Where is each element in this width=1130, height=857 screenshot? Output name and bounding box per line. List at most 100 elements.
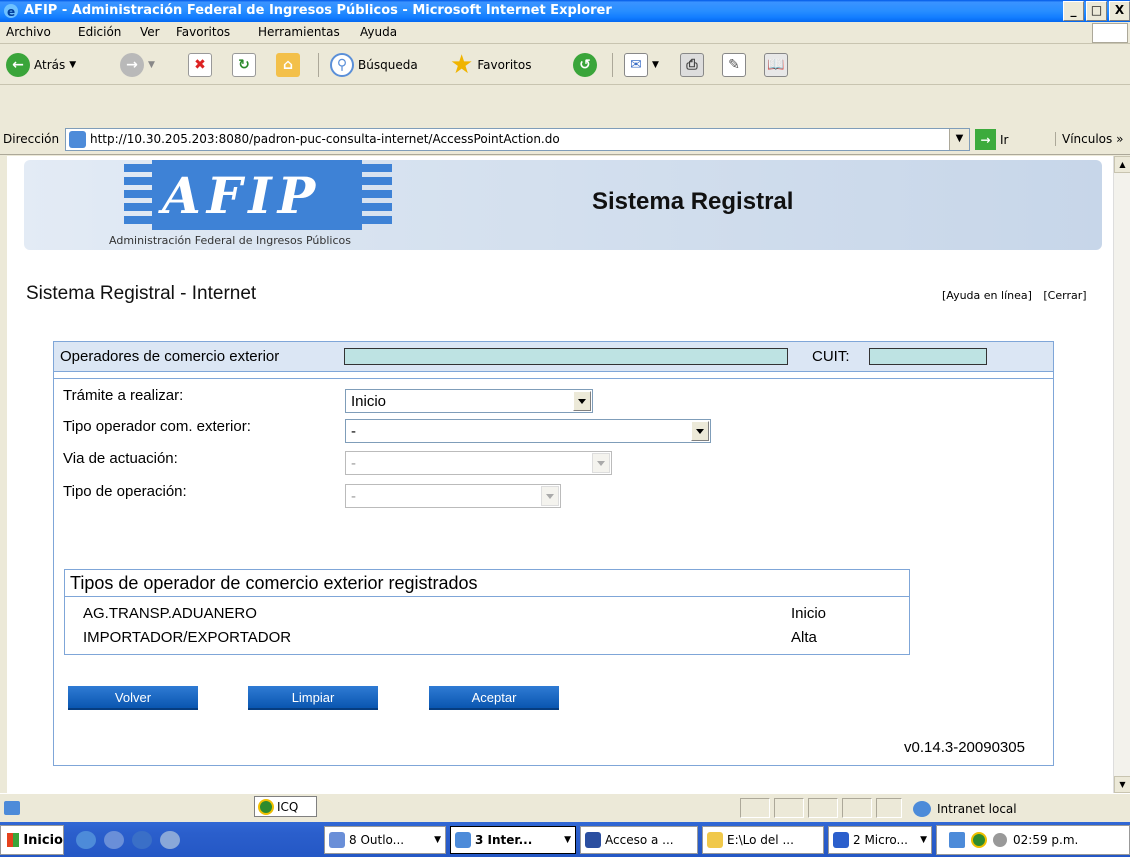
task-label: 3 Inter... <box>475 833 533 847</box>
windows-flag-icon <box>7 833 20 847</box>
ie-window: e AFIP - Administración Federal de Ingre… <box>0 0 1130 857</box>
history-button[interactable]: ↺ <box>573 51 597 79</box>
network-icon[interactable] <box>949 832 965 848</box>
chevron-down-icon: ▼ <box>652 60 659 70</box>
tramite-label: Trámite a realizar: <box>63 387 184 404</box>
refresh-icon: ↻ <box>232 53 256 77</box>
tramite-select[interactable]: Inicio <box>345 389 593 413</box>
print-button[interactable]: ⎙ <box>680 51 704 79</box>
chevron-down-icon <box>592 453 610 473</box>
system-tray: 02:59 p.m. <box>936 825 1130 855</box>
word-icon <box>833 832 849 848</box>
links-button[interactable]: Vínculos » <box>1055 132 1123 146</box>
chevron-down-icon[interactable]: ▼ <box>949 129 969 150</box>
edit-icon: ✎ <box>722 53 746 77</box>
chevron-down-icon: ▼ <box>69 60 77 70</box>
start-button[interactable]: Inicio <box>0 825 64 855</box>
home-button[interactable]: ⌂ <box>276 51 300 79</box>
quicklaunch-outlook-icon[interactable] <box>104 831 124 849</box>
volver-button[interactable]: Volver <box>68 686 198 710</box>
agency-name: Administración Federal de Ingresos Públi… <box>109 234 351 247</box>
menu-archivo[interactable]: Archivo <box>6 25 51 39</box>
address-bar: Dirección http://10.30.205.203:8080/padr… <box>0 125 1130 155</box>
mail-button[interactable]: ✉ ▼ <box>624 51 659 79</box>
menu-edicion[interactable]: Edición <box>78 25 121 39</box>
menu-ver[interactable]: Ver <box>140 25 160 39</box>
research-button[interactable]: 📖 <box>764 51 788 79</box>
task-outlook[interactable]: 8 Outlo... ▼ <box>324 826 446 854</box>
quicklaunch-ie-icon[interactable] <box>76 831 96 849</box>
quicklaunch-media-icon[interactable] <box>132 831 152 849</box>
vertical-scrollbar[interactable]: ▲ ▼ <box>1113 156 1130 793</box>
minimize-button[interactable]: _ <box>1063 1 1084 21</box>
page-icon <box>69 131 86 148</box>
help-link[interactable]: [Ayuda en línea] <box>942 289 1032 302</box>
scroll-down-icon[interactable]: ▼ <box>1114 776 1130 793</box>
mail-icon: ✉ <box>624 53 648 77</box>
tipo-operacion-select[interactable]: - <box>345 484 561 508</box>
registered-type: AG.TRANSP.ADUANERO <box>83 605 257 622</box>
aceptar-button[interactable]: Aceptar <box>429 686 559 710</box>
tipo-operador-label: Tipo operador com. exterior: <box>63 418 251 435</box>
task-word[interactable]: 2 Micro... ▼ <box>828 826 932 854</box>
icq-tray-icon[interactable] <box>971 832 987 848</box>
forward-button[interactable]: → ▼ <box>120 51 155 79</box>
stop-icon: ✖ <box>188 53 212 77</box>
task-folder[interactable]: E:\Lo del ... <box>702 826 824 854</box>
menu-ayuda[interactable]: Ayuda <box>360 25 397 39</box>
task-label: 8 Outlo... <box>349 833 405 847</box>
print-icon: ⎙ <box>680 53 704 77</box>
address-url: http://10.30.205.203:8080/padron-puc-con… <box>90 132 560 146</box>
operators-field <box>344 348 788 365</box>
registered-status: Inicio <box>791 605 827 622</box>
scroll-up-icon[interactable]: ▲ <box>1114 156 1130 173</box>
star-icon: ★ <box>450 50 474 80</box>
window-title: AFIP - Administración Federal de Ingreso… <box>24 3 612 18</box>
icq-icon <box>258 798 274 815</box>
research-icon: 📖 <box>764 53 788 77</box>
access-icon <box>585 832 601 848</box>
menu-bar: Archivo Edición Ver Favoritos Herramient… <box>0 22 1130 44</box>
logo-text: AFIP <box>162 166 322 225</box>
search-button[interactable]: ⚲ Búsqueda <box>330 51 418 79</box>
afip-logo: AFIP <box>124 160 392 230</box>
go-button[interactable]: → Ir <box>975 129 1008 150</box>
limpiar-button[interactable]: Limpiar <box>248 686 378 710</box>
task-access[interactable]: Acceso a ... <box>580 826 698 854</box>
tipo-operador-select[interactable]: - <box>345 419 711 443</box>
favorites-label: Favoritos <box>477 58 532 72</box>
stop-button[interactable]: ✖ <box>188 51 212 79</box>
refresh-button[interactable]: ↻ <box>232 51 256 79</box>
ie-icon <box>455 832 471 848</box>
operator-header: Operadores de comercio exterior CUIT: <box>54 342 1053 372</box>
address-label: Dirección <box>3 132 60 146</box>
tramite-value: Inicio <box>351 393 387 410</box>
via-select[interactable]: - <box>345 451 612 475</box>
menu-favoritos[interactable]: Favoritos <box>176 25 230 39</box>
quicklaunch-app-icon[interactable] <box>160 831 180 849</box>
search-icon: ⚲ <box>330 53 354 77</box>
zone-label: Intranet local <box>937 802 1017 816</box>
favorites-button[interactable]: ★ Favoritos <box>450 51 531 79</box>
via-value: - <box>351 455 356 472</box>
volume-icon[interactable] <box>993 833 1007 847</box>
home-icon: ⌂ <box>276 53 300 77</box>
cuit-label: CUIT: <box>812 348 850 365</box>
tipo-operacion-value: - <box>351 488 356 505</box>
back-label: Atrás <box>34 58 66 72</box>
back-button[interactable]: ← Atrás ▼ <box>6 51 76 79</box>
address-input[interactable]: http://10.30.205.203:8080/padron-puc-con… <box>65 128 970 151</box>
edit-button[interactable]: ✎ <box>722 51 746 79</box>
menu-herramientas[interactable]: Herramientas <box>258 25 340 39</box>
task-internet-explorer[interactable]: 3 Inter... ▼ <box>450 826 576 854</box>
maximize-button[interactable]: □ <box>1086 1 1107 21</box>
go-arrow-icon: → <box>975 129 996 150</box>
form-panel: Operadores de comercio exterior CUIT: Tr… <box>53 341 1054 766</box>
chevron-down-icon: ▼ <box>148 60 155 70</box>
status-bar: ICQ Intranet local <box>0 793 1130 822</box>
icq-button[interactable]: ICQ <box>254 796 317 817</box>
close-link[interactable]: [Cerrar] <box>1043 289 1086 302</box>
close-button[interactable]: X <box>1109 1 1130 21</box>
via-label: Via de actuación: <box>63 450 178 467</box>
windows-logo-icon <box>1092 23 1128 43</box>
